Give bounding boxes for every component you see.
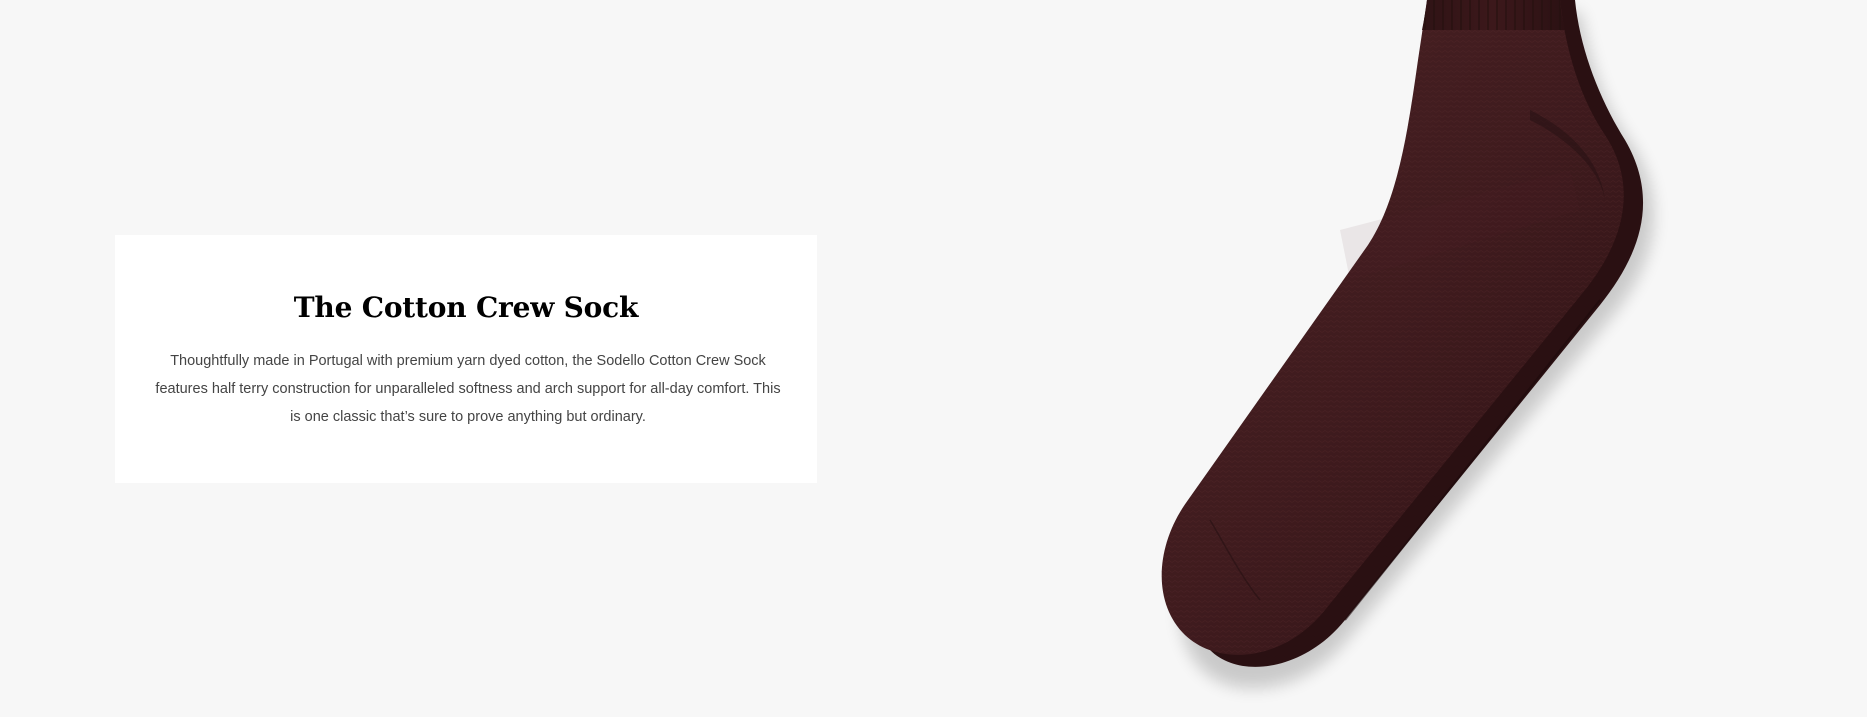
product-title: The Cotton Crew Sock <box>293 291 639 324</box>
sock-product-image <box>1161 0 1654 689</box>
product-info-card: The Cotton Crew Sock Thoughtfully made i… <box>115 235 817 483</box>
product-feature-section: The Cotton Crew Sock Thoughtfully made i… <box>0 0 1867 717</box>
product-description: Thoughtfully made in Portugal with premi… <box>155 352 781 425</box>
